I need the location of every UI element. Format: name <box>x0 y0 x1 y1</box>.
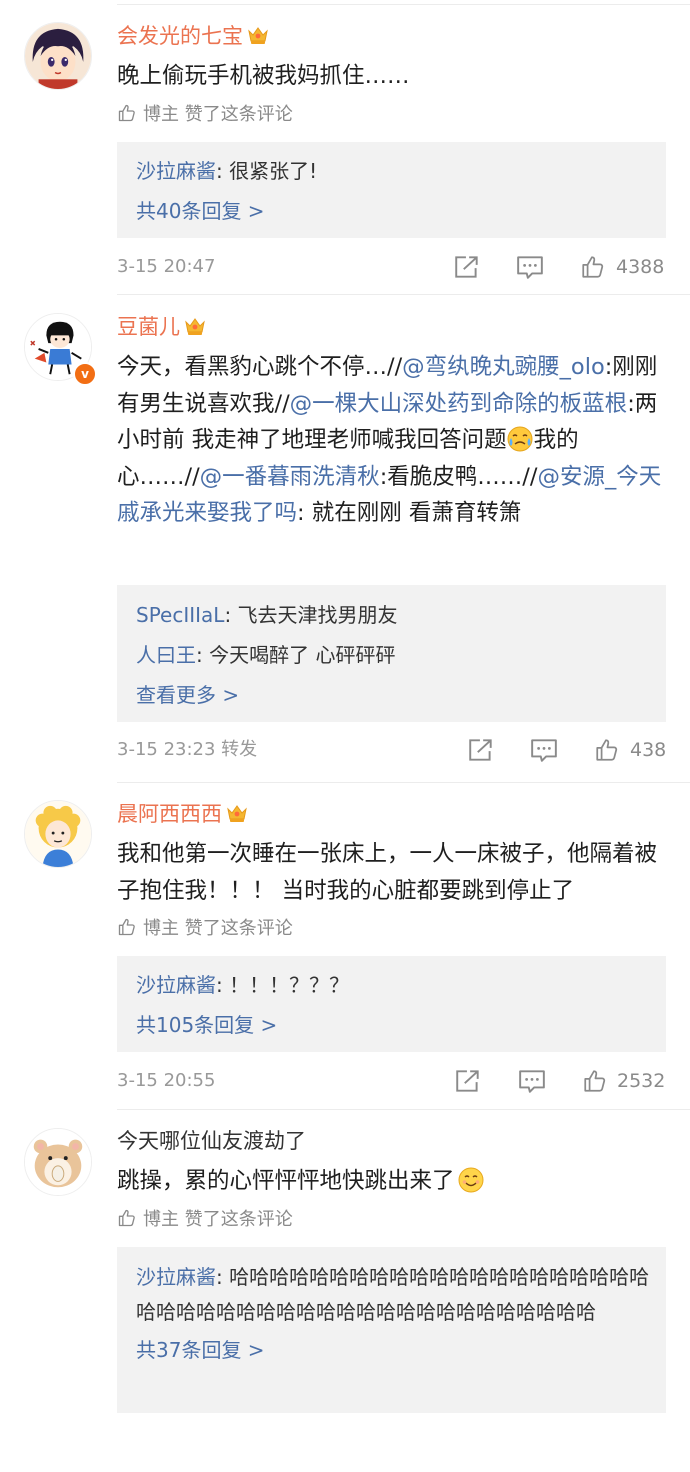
reply-author[interactable]: 人曰王 <box>136 643 196 667</box>
author-liked-note: 博主 赞了这条评论 <box>117 102 293 128</box>
text-segment: :看脆皮鸭……// <box>379 463 538 490</box>
reply-text: : 飞去天津找男朋友 <box>224 603 398 627</box>
reply-author[interactable]: 沙拉麻酱 <box>136 159 216 183</box>
crown-icon <box>226 803 248 823</box>
smile-emoji-icon <box>458 1167 484 1193</box>
reply-item[interactable]: 沙拉麻酱: 很紧张了! <box>136 151 646 191</box>
share-icon[interactable] <box>454 1068 482 1094</box>
comment-icon[interactable] <box>530 737 558 763</box>
divider <box>117 4 690 5</box>
reply-box[interactable]: SPecIIIaL: 飞去天津找男朋友 人曰王: 今天喝醉了 心砰砰砰 查看更多… <box>117 585 666 722</box>
username[interactable]: 豆菌儿 <box>117 312 206 342</box>
timestamp: 3-15 20:55 <box>117 1070 216 1091</box>
username[interactable]: 晨阿西西西 <box>117 799 248 829</box>
reply-box[interactable]: 沙拉麻酱: ！！！？？？ 共105条回复 > <box>117 956 666 1052</box>
timestamp: 3-15 23:23 转发 <box>117 739 258 760</box>
like-count[interactable]: 438 <box>630 735 666 765</box>
reply-author[interactable]: 沙拉麻酱 <box>136 1265 216 1289</box>
more-replies-link[interactable]: 共40条回复 > <box>136 191 646 231</box>
reply-box[interactable]: 沙拉麻酱: 很紧张了! 共40条回复 > <box>117 142 666 238</box>
more-replies-link[interactable]: 共37条回复 > <box>136 1330 652 1370</box>
crown-icon <box>184 316 206 336</box>
comment-text: 我和他第一次睡在一张床上，一人一床被子，他隔着被子抱住我！！！ 当时我的心脏都要… <box>117 841 658 904</box>
mention-link[interactable]: @弯纨晚丸豌腰_olo <box>402 354 605 380</box>
like-count[interactable]: 2532 <box>617 1066 665 1096</box>
thumb-up-icon <box>117 917 137 937</box>
reply-text: : ！！！？？？ <box>216 973 350 997</box>
thumb-up-icon <box>117 103 137 123</box>
divider <box>117 1109 690 1110</box>
reply-text: : 今天喝醉了 心砰砰砰 <box>196 643 396 667</box>
thumb-up-icon[interactable] <box>581 1068 609 1094</box>
reply-item[interactable]: 沙拉麻酱: 哈哈哈哈哈哈哈哈哈哈哈哈哈哈哈哈哈哈哈哈哈哈哈哈哈哈哈哈哈哈哈哈哈哈… <box>136 1260 652 1330</box>
thumb-up-icon <box>117 1208 137 1228</box>
reply-author[interactable]: 沙拉麻酱 <box>136 973 216 997</box>
author-liked-note: 博主 赞了这条评论 <box>117 1207 293 1233</box>
crown-icon <box>247 25 269 45</box>
comment-icon[interactable] <box>518 1068 546 1094</box>
comment-feed: 会发光的七宝 晚上偷玩手机被我妈抓住…… 博主 赞了这条评论 沙拉麻酱: 很紧张… <box>0 0 690 1472</box>
username-text[interactable]: 晨阿西西西 <box>117 802 222 826</box>
avatar[interactable] <box>24 22 92 90</box>
more-replies-link[interactable]: 共105条回复 > <box>136 1005 646 1045</box>
reply-item[interactable]: SPecIIIaL: 飞去天津找男朋友 <box>136 595 646 635</box>
verified-badge-icon: v <box>73 362 97 386</box>
comment-footer: 3-15 20:55 2532 <box>117 1066 666 1096</box>
comment-text: 晚上偷玩手机被我妈抓住…… <box>117 63 410 89</box>
comment-footer: 3-15 20:47 4388 <box>117 252 666 282</box>
divider <box>117 294 690 295</box>
author-liked-text: 博主 赞了这条评论 <box>143 1209 293 1230</box>
like-count[interactable]: 4388 <box>616 252 664 282</box>
author-liked-text: 博主 赞了这条评论 <box>143 104 293 125</box>
timestamp: 3-15 20:47 <box>117 256 216 277</box>
thumb-up-icon[interactable] <box>593 737 621 763</box>
comment-icon[interactable] <box>516 254 544 280</box>
username-text[interactable]: 会发光的七宝 <box>117 24 243 48</box>
username[interactable]: 今天哪位仙友渡劫了 <box>117 1126 306 1156</box>
author-liked-note: 博主 赞了这条评论 <box>117 916 293 942</box>
share-icon[interactable] <box>453 254 481 280</box>
author-liked-text: 博主 赞了这条评论 <box>143 918 293 939</box>
text-segment: 跳操，累的心怦怦怦地快跳出来了 <box>117 1168 455 1194</box>
avatar[interactable] <box>24 800 92 868</box>
comment-footer: 3-15 23:23 转发 438 <box>117 735 666 765</box>
text-segment: 今天，看黑豹心跳个不停…// <box>117 354 403 380</box>
divider <box>117 782 690 783</box>
reply-item[interactable]: 人曰王: 今天喝醉了 心砰砰砰 <box>136 635 646 675</box>
crying-emoji-icon <box>507 426 533 452</box>
reply-author[interactable]: SPecIIIaL <box>136 603 224 627</box>
mention-link[interactable]: @一番暮雨洗清秋 <box>200 464 380 490</box>
username[interactable]: 会发光的七宝 <box>117 21 269 51</box>
comment-text: 今天，看黑豹心跳个不停…//@弯纨晚丸豌腰_olo:刚刚有男生说喜欢我//@一棵… <box>117 349 666 532</box>
comment-text: 跳操，累的心怦怦怦地快跳出来了 <box>117 1163 666 1200</box>
more-replies-link[interactable]: 查看更多 > <box>136 675 646 715</box>
thumb-up-icon[interactable] <box>579 254 607 280</box>
username-text[interactable]: 今天哪位仙友渡劫了 <box>117 1129 306 1153</box>
mention-link[interactable]: @一棵大山深处药到命除的板蓝根 <box>290 391 628 417</box>
reply-text: : 很紧张了! <box>216 159 318 183</box>
text-segment: : 就在刚刚 看萧育转箫 <box>297 500 522 526</box>
username-text[interactable]: 豆菌儿 <box>117 315 180 339</box>
avatar[interactable] <box>24 1128 92 1196</box>
share-icon[interactable] <box>467 737 495 763</box>
reply-box[interactable]: 沙拉麻酱: 哈哈哈哈哈哈哈哈哈哈哈哈哈哈哈哈哈哈哈哈哈哈哈哈哈哈哈哈哈哈哈哈哈哈… <box>117 1247 666 1413</box>
reply-item[interactable]: 沙拉麻酱: ！！！？？？ <box>136 965 646 1005</box>
